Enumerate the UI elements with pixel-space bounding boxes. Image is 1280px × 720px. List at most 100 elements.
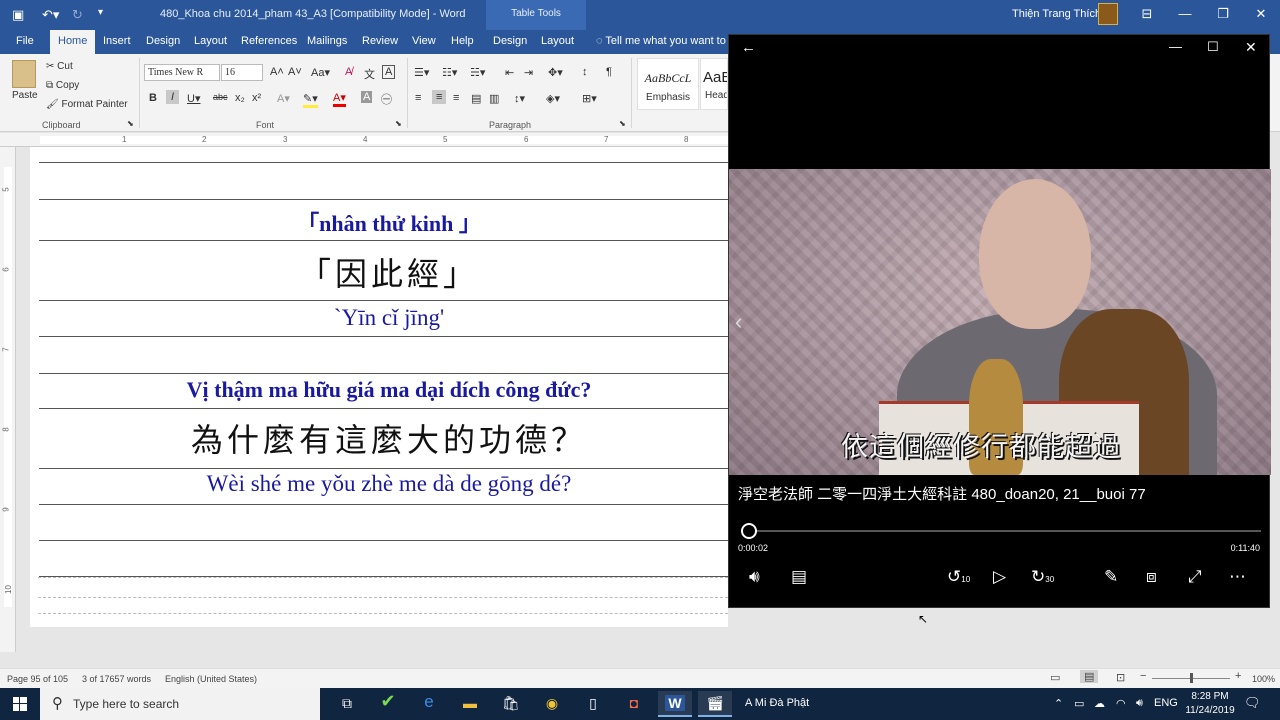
sort-icon[interactable]: ↕ (582, 66, 588, 78)
movies-tv-icon[interactable]: 🎬︎ (698, 691, 732, 717)
font-size-select[interactable]: 16 (221, 64, 263, 81)
tab-review[interactable]: Review (362, 35, 398, 47)
table-row[interactable]: 為什麼有這麼大的功德？ (39, 409, 728, 469)
table-row[interactable]: Vị thậm ma hữu giá ma dại dích công đức? (39, 374, 728, 409)
document-area[interactable]: 「nhân thử kinh 」 「因此經」 `Yīn cǐ jīng' Vị … (16, 147, 728, 652)
wifi-icon[interactable]: ◠ (1116, 697, 1126, 710)
chrome-icon[interactable]: ◉ (535, 691, 569, 717)
cloud-icon[interactable]: ☁ (1094, 697, 1105, 710)
character-border-icon[interactable]: A (382, 65, 396, 79)
tab-table-design[interactable]: Design (493, 35, 527, 47)
close-icon[interactable]: ✕ (1245, 39, 1257, 56)
shading-icon[interactable]: ◈▾ (546, 92, 560, 105)
font-color-icon[interactable]: A▾ (333, 91, 346, 107)
paragraph-launcher-icon[interactable]: ⬊ (619, 119, 626, 128)
tab-table-layout[interactable]: Layout (541, 35, 574, 47)
language-status[interactable]: English (United States) (165, 674, 257, 684)
zoom-level[interactable]: 100% (1252, 674, 1275, 684)
skip-forward-button[interactable]: ↻30 (1031, 567, 1054, 587)
tell-me-box[interactable]: ◌ Tell me what you want to (596, 35, 726, 47)
more-options-icon[interactable]: ⋯ (1229, 567, 1246, 587)
justify-icon[interactable]: ▤ (471, 92, 481, 105)
subscript-icon[interactable]: x₂ (235, 92, 245, 104)
multilevel-list-icon[interactable]: ☵▾ (470, 66, 485, 79)
table-row[interactable] (39, 163, 728, 200)
close-icon[interactable]: ✕ (1242, 0, 1280, 30)
read-mode-icon[interactable]: ▭ (1050, 671, 1060, 684)
paste-icon[interactable] (12, 60, 36, 88)
bullets-icon[interactable]: ☰▾ (414, 66, 429, 79)
notes-app-icon[interactable]: ▯ (576, 691, 610, 717)
shrink-font-icon[interactable]: A˅ (288, 66, 302, 78)
captions-icon[interactable]: ▤ (791, 567, 807, 587)
table-row[interactable]: 「nhân thử kinh 」 (39, 200, 728, 241)
borders-icon[interactable]: ⊞▾ (582, 92, 597, 105)
redo-icon[interactable]: ↻ (72, 7, 83, 23)
ribbon-display-options-icon[interactable]: ⊟ (1128, 0, 1166, 30)
checkmark-app-icon[interactable]: ✔ (371, 691, 405, 717)
active-task-label[interactable]: A Mi Đà Phật (745, 697, 809, 709)
edge-icon[interactable]: e (412, 691, 446, 717)
restore-icon[interactable]: ❐ (1204, 0, 1242, 30)
minimize-icon[interactable]: — (1166, 0, 1204, 30)
back-icon[interactable]: ← (741, 39, 756, 56)
tab-view[interactable]: View (412, 35, 436, 47)
tab-layout[interactable]: Layout (194, 35, 227, 47)
print-layout-icon[interactable]: ▤ (1080, 670, 1099, 683)
font-launcher-icon[interactable]: ⬊ (395, 119, 402, 128)
table-row[interactable]: Wèi shé me yǒu zhè me dà de gōng dé? (39, 469, 728, 505)
copy-button[interactable]: ⧉ Copy (46, 80, 79, 91)
tab-references[interactable]: References (241, 35, 297, 47)
play-icon[interactable]: ▷ (993, 567, 1006, 587)
tab-help[interactable]: Help (451, 35, 474, 47)
align-center-icon[interactable]: ≡ (432, 90, 447, 104)
text-effects-icon[interactable]: A▾ (277, 92, 290, 105)
asian-layout-icon[interactable]: ✥▾ (548, 66, 563, 79)
zoom-out-icon[interactable]: − (1140, 670, 1146, 682)
style-emphasis[interactable]: AaBbCcL Emphasis (637, 58, 699, 110)
line-spacing-icon[interactable]: ↕▾ (514, 92, 525, 105)
paste-button[interactable]: Paste (12, 90, 38, 101)
volume-icon[interactable]: 🔊︎ (749, 567, 760, 587)
tab-design[interactable]: Design (146, 35, 180, 47)
tab-insert[interactable]: Insert (103, 35, 131, 47)
fullscreen-icon[interactable]: ⤢ (1188, 567, 1202, 587)
font-name-select[interactable]: Times New R (144, 64, 220, 81)
strikethrough-icon[interactable]: abc (213, 92, 228, 102)
increase-indent-icon[interactable]: ⇥ (524, 66, 533, 79)
minimize-icon[interactable]: — (1169, 39, 1182, 54)
speaker-icon[interactable]: 🔊︎ (1136, 697, 1143, 710)
tab-mailings[interactable]: Mailings (307, 35, 347, 47)
show-marks-icon[interactable]: ¶ (606, 66, 612, 78)
file-explorer-icon[interactable]: ▬ (453, 691, 487, 717)
numbering-icon[interactable]: ☷▾ (442, 66, 457, 79)
clear-formatting-icon[interactable]: A̸ (345, 66, 352, 78)
input-language[interactable]: ENG (1154, 697, 1178, 709)
distributed-icon[interactable]: ▥ (489, 92, 499, 105)
table-row[interactable] (39, 541, 728, 577)
save-icon[interactable]: ▣ (12, 7, 24, 23)
web-layout-icon[interactable]: ⊡ (1116, 671, 1125, 684)
table-row[interactable] (39, 337, 728, 374)
table-row[interactable] (39, 505, 728, 541)
maximize-icon[interactable]: ☐ (1207, 39, 1219, 55)
zoom-slider-thumb[interactable] (1190, 673, 1193, 683)
character-shading-icon[interactable]: A (361, 91, 373, 103)
style-heading[interactable]: AaB Head (700, 58, 728, 110)
table-row[interactable] (39, 147, 728, 163)
show-hidden-icons-icon[interactable]: ⌃ (1054, 697, 1063, 710)
tab-file[interactable]: File (16, 35, 34, 47)
media-player-window[interactable]: ← — ☐ ✕ ‹ 依這個經修行都能超過 淨空老法師 二零一四淨土大經科註 48… (728, 34, 1271, 608)
table-row[interactable]: 「因此經」 (39, 241, 728, 301)
document-page[interactable]: 「nhân thử kinh 」 「因此經」 `Yīn cǐ jīng' Vị … (30, 147, 728, 627)
avatar[interactable] (1098, 3, 1118, 25)
enclose-characters-icon[interactable]: ㊀ (381, 91, 392, 107)
underline-icon[interactable]: U▾ (187, 92, 200, 105)
undo-icon[interactable]: ↶▾ (42, 7, 59, 23)
capture-app-icon[interactable]: ◘ (617, 691, 651, 717)
tab-home[interactable]: Home (50, 30, 96, 54)
customize-qat-icon[interactable]: ▾ (98, 7, 103, 18)
grow-font-icon[interactable]: A˄ (270, 66, 284, 78)
phonetic-guide-icon[interactable]: 文 (364, 66, 375, 82)
highlight-icon[interactable]: ✎▾ (303, 92, 318, 108)
